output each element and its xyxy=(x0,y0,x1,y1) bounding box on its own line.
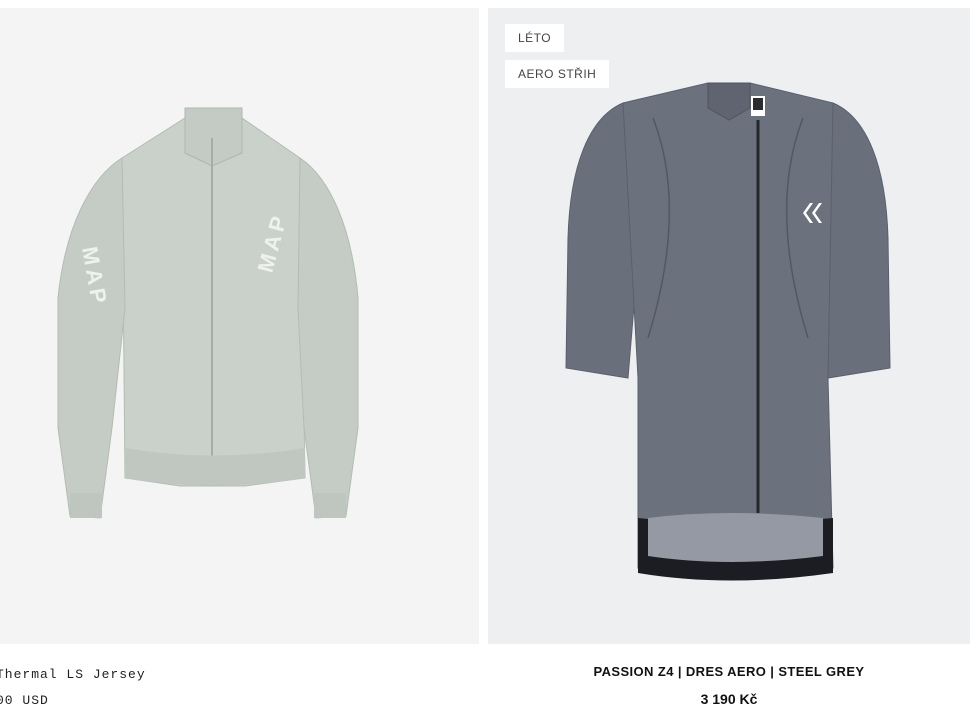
brand-logo-icon xyxy=(800,201,824,225)
product-name-right[interactable]: PASSION Z4 | DRES AERO | STEEL GREY xyxy=(488,664,970,679)
product-card-image-right[interactable]: LÉTO AERO STŘIH xyxy=(488,8,970,644)
product-name-left[interactable]: Thermal LS Jersey xyxy=(0,667,146,682)
product-price-right: 3 190 Kč xyxy=(700,691,758,707)
long-sleeve-jersey-image: MAP MAP xyxy=(57,107,359,519)
product-price-left: 00 USD xyxy=(0,693,49,708)
badge-season: LÉTO xyxy=(505,24,565,52)
badge-fit: AERO STŘIH xyxy=(505,60,610,88)
aero-jersey-image xyxy=(565,82,891,581)
product-card-image-left[interactable]: MAP MAP xyxy=(0,8,479,644)
